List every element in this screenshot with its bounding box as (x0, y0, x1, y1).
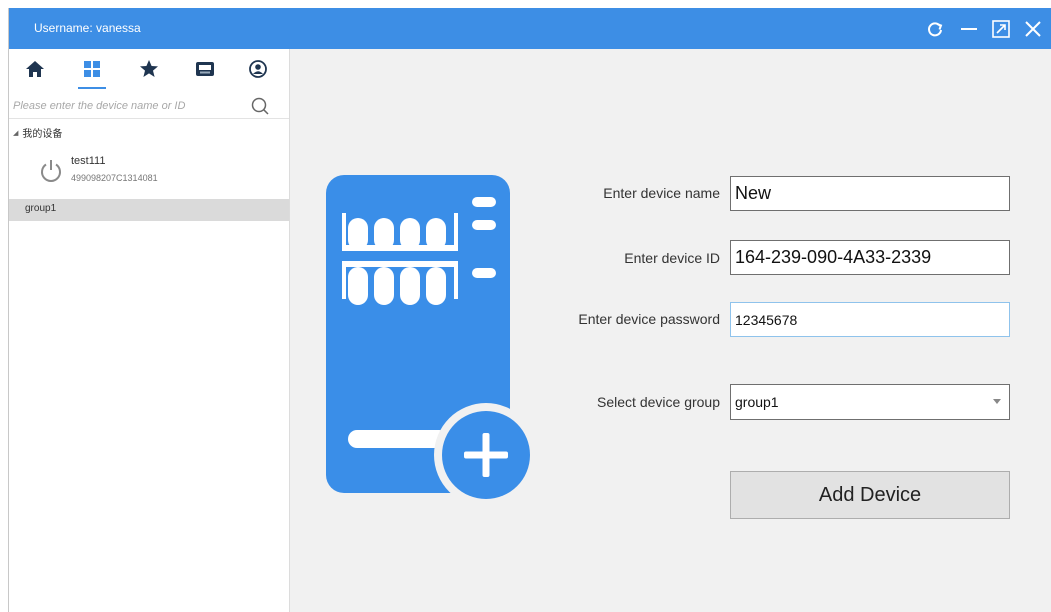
window-title: Username: vanessa (34, 21, 141, 35)
device-group-label: Select device group (597, 394, 720, 410)
grid-icon[interactable] (72, 49, 112, 89)
device-password-field[interactable] (730, 302, 1010, 337)
camera-icon[interactable] (185, 49, 225, 89)
sidebar: ◢ 我的设备 test111 499098207C1314081 group1 (9, 49, 290, 612)
search-input[interactable] (11, 95, 243, 117)
add-device-panel: Enter device name Enter device ID Enter … (290, 49, 1051, 612)
minimize-icon[interactable] (955, 8, 983, 49)
app-window: Username: vanessa Please enter the devic… (8, 8, 1051, 612)
device-id-field[interactable] (730, 240, 1010, 275)
search-bar (9, 94, 289, 119)
star-icon[interactable] (129, 49, 169, 89)
group-item[interactable]: group1 (9, 199, 289, 221)
add-device-button[interactable]: Add Device (730, 471, 1010, 519)
device-password-input[interactable] (731, 303, 1009, 336)
group-label: group1 (25, 203, 57, 214)
chevron-down-icon[interactable] (993, 399, 1001, 404)
sidebar-tabs (9, 49, 289, 89)
tree-root[interactable]: ◢ 我的设备 (13, 125, 62, 140)
device-name-label: Enter device name (603, 185, 720, 201)
maximize-icon[interactable] (987, 8, 1015, 49)
active-tab-indicator (78, 87, 106, 89)
device-group-select[interactable] (730, 384, 1010, 420)
collapse-caret-icon[interactable]: ◢ (13, 129, 18, 137)
power-icon (37, 157, 65, 190)
device-id-label: Enter device ID (624, 250, 720, 266)
device-id-input[interactable] (731, 241, 1009, 274)
device-name: test111 (71, 155, 106, 167)
device-id: 499098207C1314081 (71, 173, 158, 183)
close-icon[interactable] (1019, 8, 1047, 49)
title-bar: Username: vanessa (9, 8, 1051, 49)
device-group-value[interactable] (731, 385, 1009, 419)
device-password-label: Enter device password (578, 311, 720, 327)
search-icon[interactable] (249, 95, 271, 117)
tree-root-label: 我的设备 (22, 129, 63, 140)
device-name-field[interactable] (730, 176, 1010, 211)
refresh-icon[interactable] (921, 8, 949, 49)
device-item[interactable]: test111 499098207C1314081 (9, 149, 289, 193)
device-name-input[interactable] (731, 177, 1009, 210)
user-icon[interactable] (238, 49, 278, 89)
home-icon[interactable] (15, 49, 55, 89)
form-labels: Enter device name Enter device ID Enter … (290, 49, 720, 612)
